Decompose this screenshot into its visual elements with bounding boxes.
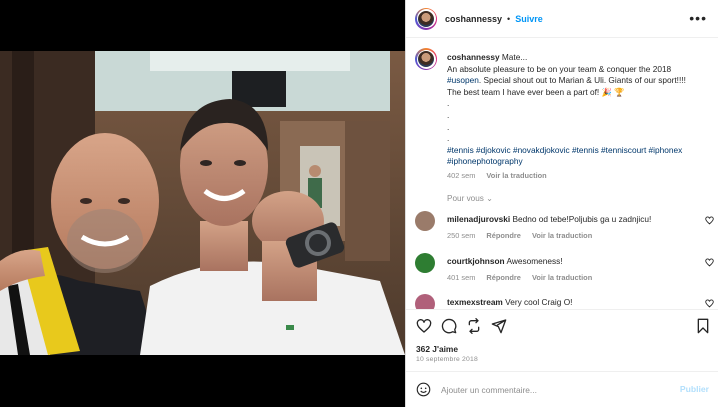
comment-meta: 250 sem Répondre Voir la traduction <box>447 231 601 240</box>
post-side-panel: coshannessy • Suivre ••• coshannessy Mat… <box>405 0 718 407</box>
comment-text: milenadjurovski Bedno od tebe!Poljubis g… <box>447 214 697 224</box>
more-options-icon[interactable]: ••• <box>689 10 707 26</box>
see-translation-link[interactable]: Voir la traduction <box>532 231 592 240</box>
reply-button[interactable]: Répondre <box>486 231 521 240</box>
comments-list[interactable]: coshannessy Mate... An absolute pleasure… <box>406 39 718 309</box>
comment-meta: 401 sem Répondre Voir la traduction <box>447 273 601 282</box>
caption-meta: 402 sem Voir la traduction <box>447 170 709 182</box>
comment-username[interactable]: texmexstream <box>447 297 503 307</box>
follow-button[interactable]: Suivre <box>515 14 543 24</box>
send-icon[interactable] <box>491 318 507 334</box>
replies-toggle[interactable]: Pour vous ⌄ <box>447 193 493 203</box>
comment-text: courtkjohnson Awesomeness! <box>447 256 697 266</box>
see-translation-link[interactable]: Voir la traduction <box>532 273 592 282</box>
comment-body: Bedno od tebe!Poljubis ga u zadnjicu! <box>512 214 652 224</box>
header-username[interactable]: coshannessy <box>445 14 502 24</box>
caption-dot: . <box>447 121 450 132</box>
comment-username[interactable]: milenadjurovski <box>447 214 510 224</box>
separator-dot: • <box>507 13 511 24</box>
caption-avatar[interactable] <box>415 48 437 70</box>
caption-line-1: Mate... <box>501 52 528 62</box>
comment: courtkjohnson Awesomeness! 401 sem Répon… <box>415 253 715 289</box>
heart-icon[interactable] <box>416 318 432 334</box>
caption-dot: . <box>447 98 450 109</box>
emoji-icon[interactable] <box>416 382 431 397</box>
comment-input[interactable] <box>441 382 661 398</box>
post-date: 10 septembre 2018 <box>416 356 478 363</box>
post-photo[interactable] <box>0 51 405 355</box>
post-actions-bar <box>406 309 718 341</box>
caption-dot: . <box>447 133 450 144</box>
publish-button[interactable]: Publier <box>680 384 709 394</box>
comment-time[interactable]: 250 sem <box>447 231 475 240</box>
share-icon[interactable] <box>466 318 482 334</box>
comment: milenadjurovski Bedno od tebe!Poljubis g… <box>415 211 715 247</box>
avatar[interactable] <box>415 211 435 231</box>
avatar[interactable] <box>415 7 437 30</box>
bookmark-icon[interactable] <box>695 318 711 334</box>
comment-time[interactable]: 401 sem <box>447 273 475 282</box>
hashtag-usopen[interactable]: #usopen <box>447 75 479 85</box>
add-comment-bar: Publier <box>406 371 718 407</box>
comment-body: Very cool Craig O! <box>505 297 573 307</box>
photo-illustration <box>0 51 405 355</box>
caption-username[interactable]: coshannessy <box>447 52 500 62</box>
avatar[interactable] <box>415 294 435 309</box>
avatar[interactable] <box>415 253 435 273</box>
comment-text: texmexstream Very cool Craig O! <box>447 297 697 307</box>
caption-line-4: The best team I have ever been a part of… <box>447 86 625 97</box>
caption-time[interactable]: 402 sem <box>447 171 475 180</box>
see-translation-link[interactable]: Voir la traduction <box>486 171 546 180</box>
comment-username[interactable]: courtkjohnson <box>447 256 505 266</box>
heart-icon[interactable] <box>705 258 714 267</box>
heart-icon[interactable] <box>705 216 714 225</box>
reply-button[interactable]: Répondre <box>486 273 521 282</box>
caption-text: coshannessy Mate... An absolute pleasure… <box>447 52 709 182</box>
media-area <box>0 0 405 407</box>
caption-dot: . <box>447 109 450 120</box>
comment-icon[interactable] <box>441 318 457 334</box>
instagram-post-modal: coshannessy • Suivre ••• coshannessy Mat… <box>0 0 718 407</box>
heart-icon[interactable] <box>705 299 714 308</box>
comment: texmexstream Very cool Craig O! <box>415 294 715 309</box>
post-header: coshannessy • Suivre ••• <box>406 0 718 38</box>
comment-body: Awesomeness! <box>506 256 563 266</box>
caption-line-3: . Special shout out to Marian & Uli. Gia… <box>478 75 686 86</box>
likes-count[interactable]: 362 J'aime <box>416 344 458 354</box>
caption-hashtags[interactable]: #tennis #djokovic #novakdjokovic #tennis… <box>447 145 709 168</box>
caption-line-2: An absolute pleasure to be on your team … <box>447 63 672 74</box>
